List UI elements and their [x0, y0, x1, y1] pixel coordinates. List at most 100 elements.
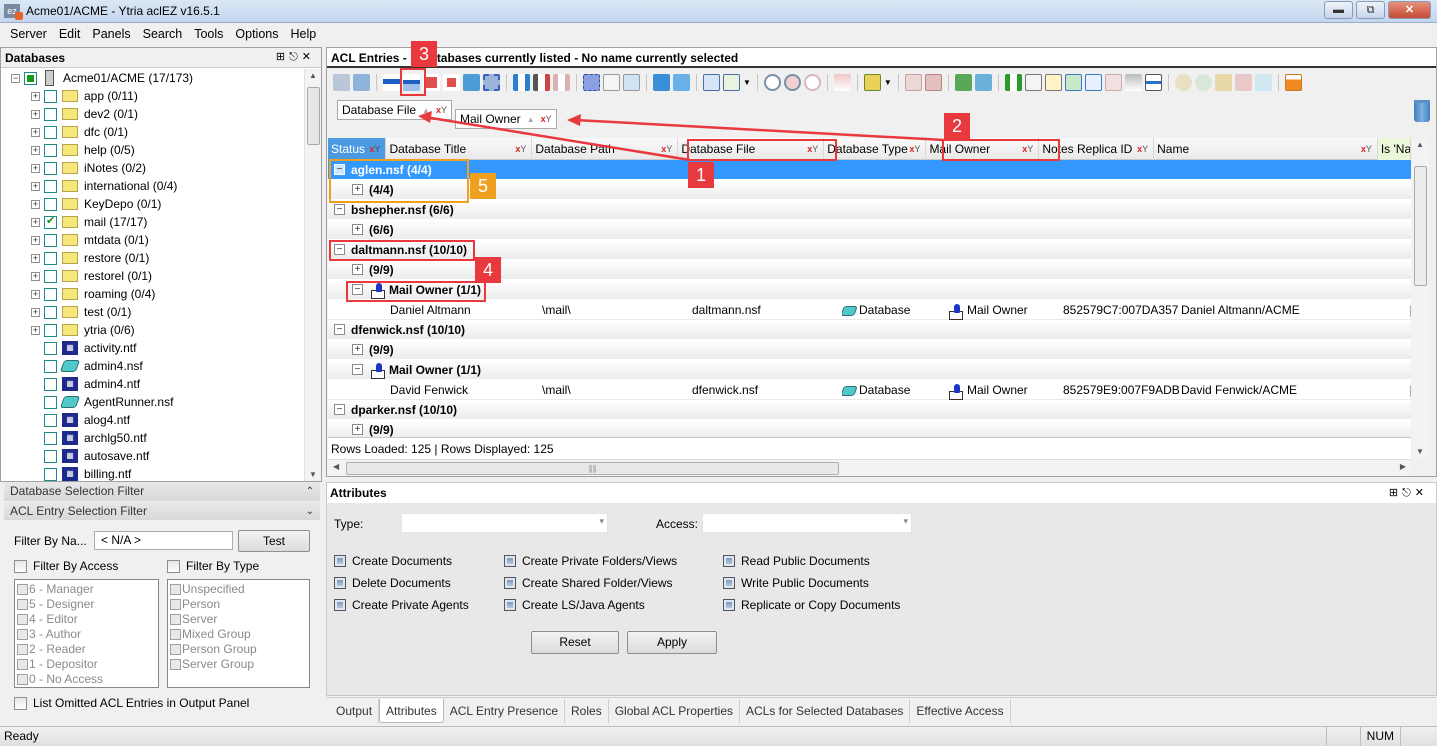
checkbox-indeterminate-icon[interactable] — [504, 555, 516, 567]
pin-icon[interactable]: ⎋ — [1402, 487, 1415, 499]
pin-icon[interactable]: ⎋ — [289, 51, 302, 63]
expand-icon[interactable]: + — [352, 264, 363, 275]
menu-help[interactable]: Help — [285, 27, 323, 41]
table-row[interactable]: David Fenwick \mail\ dfenwick.nsf Database M… — [328, 380, 1411, 400]
menu-edit[interactable]: Edit — [53, 27, 87, 41]
option-checkbox[interactable] — [17, 644, 28, 655]
tree-item-folder[interactable]: + iNotes (0/2) — [1, 159, 305, 177]
tree-item-file[interactable]: ▦ billing.ntf — [1, 465, 305, 481]
tree-item-folder[interactable]: + KeyDepo (0/1) — [1, 195, 305, 213]
group-up-icon[interactable] — [423, 73, 440, 91]
pin-doc-icon[interactable] — [1254, 73, 1272, 91]
find-next-icon[interactable] — [803, 73, 821, 91]
column-header[interactable]: Is 'Na — [1377, 138, 1412, 160]
checkbox-indeterminate-icon[interactable] — [723, 577, 735, 589]
tree-icon[interactable] — [1064, 73, 1082, 91]
group-chip-database-file[interactable]: Database File ▲ xY — [337, 100, 452, 120]
option-checkbox[interactable] — [170, 584, 181, 595]
column-filter-icon[interactable]: xY — [1022, 138, 1033, 160]
checkbox-indeterminate-icon[interactable] — [334, 599, 346, 611]
option-checkbox[interactable] — [170, 614, 181, 625]
tree-item-file[interactable]: ▦ admin4.ntf — [1, 375, 305, 393]
tree-checkbox[interactable] — [44, 287, 57, 301]
collapse-icon[interactable]: − — [352, 364, 363, 375]
tree-checkbox[interactable] — [44, 143, 57, 157]
filter-icon[interactable] — [833, 73, 851, 91]
filter-by-name-input[interactable]: < N/A > — [94, 531, 233, 550]
tab-acl-entry-presence[interactable]: ACL Entry Presence — [444, 699, 566, 723]
collapse-icon[interactable]: − — [334, 404, 345, 415]
expand-icon[interactable]: + — [352, 424, 363, 435]
move-left-icon[interactable] — [924, 73, 942, 91]
group-row[interactable]: + (9/9) — [328, 340, 1411, 360]
grid-view-icon[interactable] — [353, 73, 370, 91]
tree-item-folder[interactable]: + restorel (0/1) — [1, 267, 305, 285]
collapse-icon[interactable]: − — [334, 204, 345, 215]
group-row[interactable]: − bshepher.nsf (6/6) — [328, 200, 1411, 220]
expand-icon[interactable]: + — [31, 235, 40, 245]
expand-icon[interactable]: + — [31, 289, 40, 299]
column-3-icon[interactable] — [553, 73, 570, 91]
checkbox-indeterminate-icon[interactable] — [723, 555, 735, 567]
tree-item-folder[interactable]: + help (0/5) — [1, 141, 305, 159]
expand-icon[interactable]: + — [31, 145, 40, 155]
access-level-option[interactable]: 5 - Designer — [17, 597, 156, 612]
restore-button[interactable]: ⧉ — [1356, 1, 1385, 19]
expand-icon[interactable]: + — [352, 344, 363, 355]
option-checkbox[interactable] — [17, 659, 28, 670]
expand-icon[interactable]: + — [31, 325, 40, 335]
attribute-checkbox[interactable]: Create Private Folders/Views — [504, 554, 677, 568]
import-2-icon[interactable] — [974, 73, 992, 91]
tab-acls-for-selected-databases[interactable]: ACLs for Selected Databases — [740, 699, 911, 723]
checkbox-indeterminate-icon[interactable] — [334, 577, 346, 589]
form-icon[interactable] — [703, 73, 720, 91]
tree-checkbox[interactable] — [44, 179, 57, 193]
column-2-icon[interactable] — [533, 73, 550, 91]
tab-output[interactable]: Output — [330, 699, 380, 723]
access-dropdown[interactable] — [702, 513, 912, 533]
column-filter-icon[interactable]: xY — [807, 138, 818, 160]
tree-item-folder[interactable]: + app (0/11) — [1, 87, 305, 105]
attribute-checkbox[interactable]: Create Shared Folder/Views — [504, 576, 673, 590]
entry-type-option[interactable]: Person Group — [170, 642, 307, 657]
tree-checkbox[interactable] — [44, 449, 57, 463]
tree-item-folder[interactable]: + dfc (0/1) — [1, 123, 305, 141]
comment-icon[interactable] — [1044, 73, 1062, 91]
column-header[interactable]: Mail Owner xY — [926, 138, 1040, 160]
collapse-icon[interactable]: − — [334, 324, 345, 335]
access-level-option[interactable]: 1 - Depositor — [17, 657, 156, 672]
tree-checkbox[interactable] — [44, 359, 57, 373]
expand-icon[interactable]: + — [31, 91, 40, 101]
maximize-panel-icon[interactable]: ⊞ — [276, 51, 289, 63]
access-level-option[interactable]: 2 - Reader — [17, 642, 156, 657]
attribute-checkbox[interactable]: Replicate or Copy Documents — [723, 598, 900, 612]
column-icon[interactable] — [513, 73, 530, 91]
attribute-checkbox[interactable]: Delete Documents — [334, 576, 451, 590]
tree-checkbox[interactable] — [44, 323, 57, 337]
export-settings-icon[interactable] — [673, 73, 690, 91]
tree-item-folder[interactable]: + ytria (0/6) — [1, 321, 305, 339]
import-icon[interactable] — [954, 73, 972, 91]
checkbox-indeterminate-icon[interactable] — [723, 599, 735, 611]
tab-global-acl-properties[interactable]: Global ACL Properties — [609, 699, 740, 723]
column-header[interactable]: Notes Replica ID xY — [1039, 138, 1155, 160]
entry-type-option[interactable]: Mixed Group — [170, 627, 307, 642]
menu-options[interactable]: Options — [229, 27, 284, 41]
table-icon[interactable] — [1024, 73, 1042, 91]
close-button[interactable]: ✕ — [1388, 1, 1431, 19]
tree-item-folder[interactable]: + restore (0/1) — [1, 249, 305, 267]
group-row[interactable]: − dparker.nsf (10/10) — [328, 400, 1411, 420]
expand-icon[interactable]: + — [31, 217, 40, 227]
access-level-option[interactable]: 0 - No Access — [17, 672, 156, 687]
group-down-icon[interactable] — [443, 73, 460, 91]
copy-icon[interactable] — [603, 73, 620, 91]
access-level-option[interactable]: 3 - Author — [17, 627, 156, 642]
attribute-checkbox[interactable]: Create Documents — [334, 554, 452, 568]
select-all-icon[interactable] — [583, 73, 600, 91]
expand-icon[interactable]: + — [31, 271, 40, 281]
tree-item-file[interactable]: ▦ alog4.ntf — [1, 411, 305, 429]
column-header[interactable]: Database Path xY — [532, 138, 679, 160]
move-right-icon[interactable] — [904, 73, 922, 91]
sort-up-icon[interactable]: ▲ — [422, 106, 430, 115]
expand-icon[interactable]: + — [31, 307, 40, 317]
